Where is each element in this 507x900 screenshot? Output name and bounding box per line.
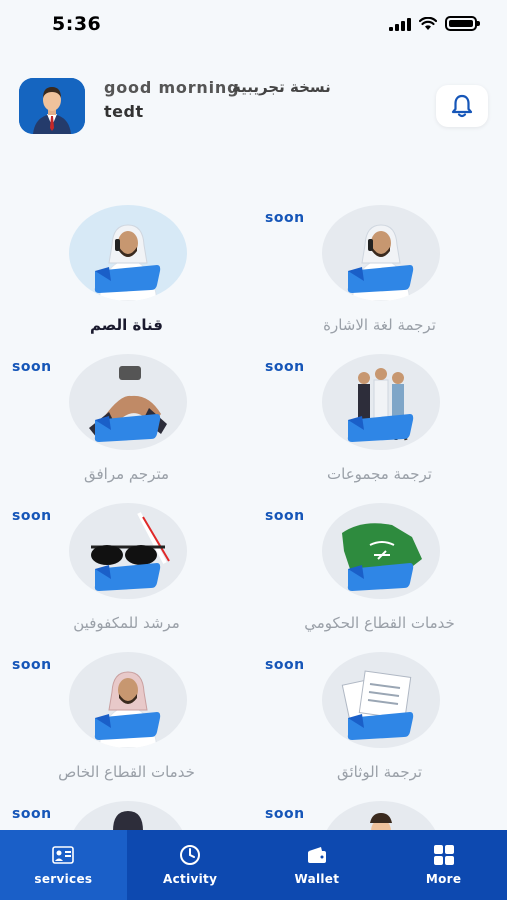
- service-card[interactable]: soon خدمات القطاع الخاص: [0, 647, 253, 795]
- tab-more-label: More: [425, 872, 462, 886]
- tab-services[interactable]: services: [0, 830, 127, 900]
- service-card[interactable]: soon ترجمة مجموعات: [253, 349, 506, 497]
- wallet-icon: [307, 847, 326, 863]
- user-avatar-icon: [19, 78, 85, 134]
- service-card[interactable]: soon ترجمة الوثائق: [253, 647, 506, 795]
- service-icon-circle: [322, 354, 440, 450]
- soon-badge: soon: [12, 806, 52, 822]
- tab-wallet-label: Wallet: [294, 872, 340, 886]
- service-label: قناة الصم: [90, 316, 163, 334]
- service-card[interactable]: soon مترجم مرافق: [0, 349, 253, 497]
- tab-bar: services Activity Wallet More: [0, 830, 507, 900]
- man-phone-icon: [347, 224, 414, 301]
- battery-icon: [445, 16, 480, 31]
- service-icon-circle: [322, 503, 440, 599]
- service-label: ترجمة الوثائق: [336, 763, 423, 781]
- service-label: خدمات القطاع الخاص: [58, 763, 195, 781]
- service-icon-circle: [322, 205, 440, 301]
- trial-label: نسخة تجريبية: [232, 78, 331, 96]
- services-icon: [52, 846, 75, 864]
- service-label: خدمات القطاع الحكومي: [304, 614, 455, 632]
- soon-badge: soon: [265, 210, 305, 226]
- tab-activity-label: Activity: [163, 872, 218, 886]
- soon-badge: soon: [265, 508, 305, 524]
- tab-services-label: services: [34, 872, 93, 886]
- service-card[interactable]: soon ترجمة لغة الاشارة: [253, 200, 506, 348]
- soon-badge: soon: [265, 806, 305, 822]
- soon-badge: soon: [265, 359, 305, 375]
- businessman-icon: [94, 671, 161, 748]
- soon-badge: soon: [12, 508, 52, 524]
- soon-badge: soon: [12, 657, 52, 673]
- service-card[interactable]: soon خدمات القطاع الحكومي: [253, 498, 506, 646]
- notifications-button[interactable]: [436, 85, 488, 127]
- wifi-icon: [419, 16, 437, 30]
- glasses-cane-icon: [91, 512, 170, 591]
- service-card[interactable]: soon مرشد للمكفوفين: [0, 498, 253, 646]
- signal-icon: [389, 17, 411, 31]
- status-bar: 5:36: [0, 0, 507, 50]
- greeting-text: good morning: [104, 78, 240, 97]
- service-label: ترجمة مجموعات: [327, 465, 432, 483]
- service-label: ترجمة لغة الاشارة: [323, 316, 436, 334]
- service-icon-circle: [322, 652, 440, 748]
- service-icon-circle: [69, 205, 187, 301]
- service-icon-circle: [69, 503, 187, 599]
- bell-icon: [451, 94, 473, 118]
- tab-wallet[interactable]: Wallet: [254, 830, 381, 900]
- tab-activity[interactable]: Activity: [127, 830, 254, 900]
- status-icons: [389, 16, 480, 31]
- service-label: مترجم مرافق: [83, 465, 170, 483]
- documents-icon: [341, 670, 414, 740]
- tab-more[interactable]: More: [380, 830, 507, 900]
- service-label: مرشد للمكفوفين: [73, 614, 180, 632]
- greeting-row: good morning نسخة تجريبية: [104, 78, 354, 100]
- service-icon-circle: [69, 354, 187, 450]
- service-icon-circle: [69, 652, 187, 748]
- status-time: 5:36: [52, 13, 102, 35]
- saudi-map-icon: [342, 523, 422, 591]
- service-card[interactable]: قناة الصم: [0, 200, 253, 348]
- handshake-icon: [89, 366, 167, 442]
- grid-icon: [433, 845, 454, 865]
- username: tedt: [104, 102, 144, 121]
- soon-badge: soon: [12, 359, 52, 375]
- avatar[interactable]: [19, 78, 85, 134]
- activity-icon: [180, 845, 201, 865]
- group-icon: [347, 368, 414, 442]
- soon-badge: soon: [265, 657, 305, 673]
- man-phone-icon: [94, 224, 161, 301]
